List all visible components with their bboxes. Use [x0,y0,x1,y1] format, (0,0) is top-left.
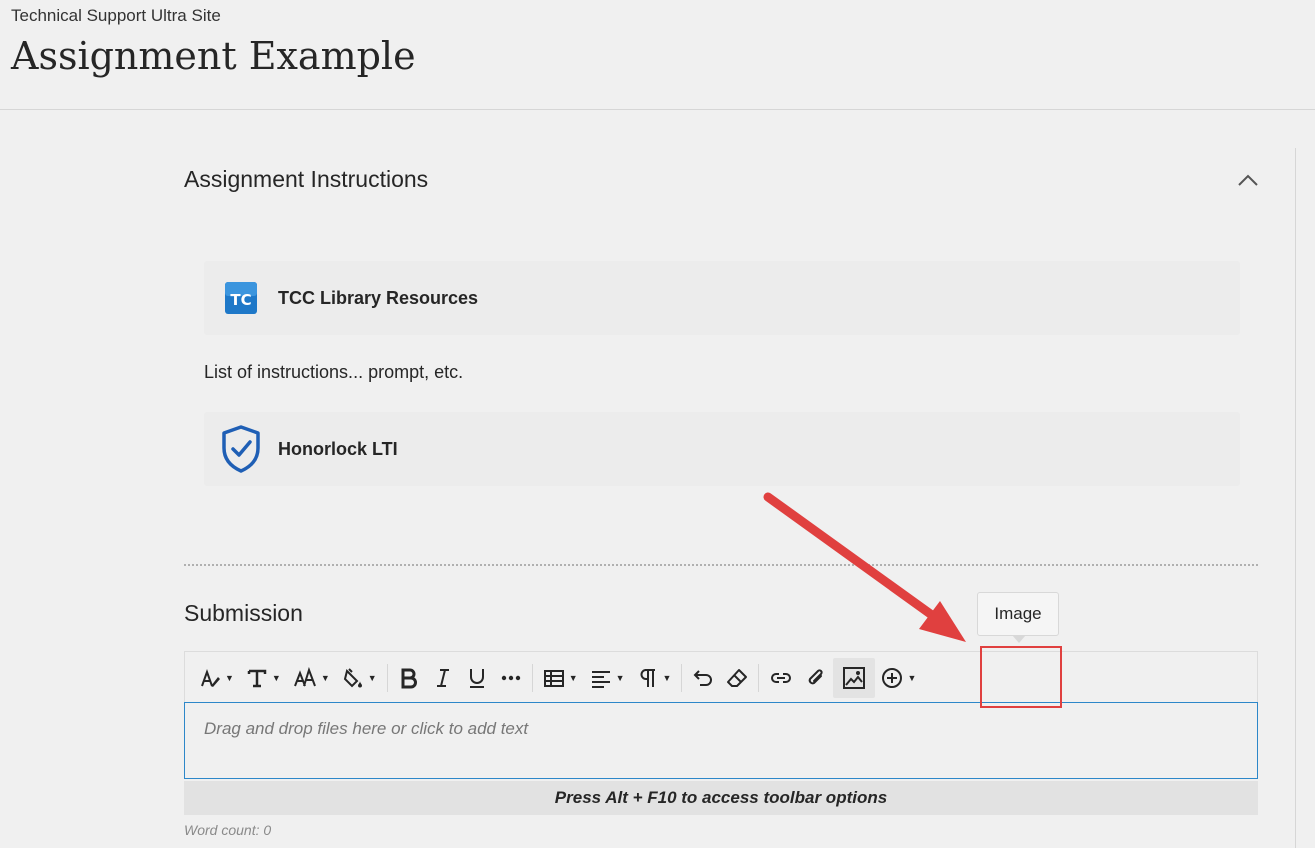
tcc-library-link[interactable]: TC TCC Library Resources [204,261,1240,335]
instructions-heading: Assignment Instructions [184,166,429,192]
font-family-icon [247,669,267,687]
page-title: Assignment Example [11,34,416,78]
attach-file-button[interactable] [799,658,833,698]
insert-image-button[interactable] [833,657,876,698]
chevron-up-icon [1238,174,1258,186]
caret-down-icon: ▼ [568,672,578,683]
toolbar-hint: Press Alt + F10 to access toolbar option… [184,781,1258,815]
formatting-button[interactable]: ▼ [631,658,678,698]
honorlock-label: Honorlock LTI [278,438,398,459]
pilcrow-icon [640,668,655,687]
tcc-library-label: TCC Library Resources [278,287,479,308]
page-header: Technical Support Ultra Site Assignment … [0,0,1315,110]
caret-down-icon: ▼ [662,672,672,683]
link-icon [771,672,792,683]
caret-down-icon: ▼ [271,672,281,683]
undo-icon [694,669,713,686]
toolbar-separator [758,663,760,692]
caret-down-icon: ▼ [615,672,625,683]
bold-button[interactable] [392,658,426,698]
honorlock-link[interactable]: Honorlock LTI [204,412,1240,486]
caret-down-icon: ▼ [367,672,377,683]
paint-bucket-icon [343,667,362,687]
align-left-icon [591,670,610,688]
underline-icon [469,668,484,688]
image-icon [843,666,866,689]
instructions-text: List of instructions... prompt, etc. [204,362,464,382]
toolbar-separator [681,663,683,692]
underline-button[interactable] [460,658,494,698]
pen-style-icon [201,668,220,687]
font-family-button[interactable]: ▼ [240,658,287,698]
undo-button[interactable] [686,658,720,698]
course-name[interactable]: Technical Support Ultra Site [11,6,221,26]
table-icon [543,669,564,687]
clear-formatting-button[interactable] [720,658,754,698]
shield-check-icon [204,412,278,486]
tcc-logo-icon: TC [204,261,278,335]
text-color-button[interactable]: ▼ [336,658,383,698]
editor-toolbar: ▼ ▼ ▼ ▼ ▼ ▼ ▼ ▼ [184,651,1258,703]
image-tooltip: Image [977,592,1059,643]
caret-down-icon: ▼ [320,672,330,683]
toolbar-separator [531,663,533,692]
paragraph-style-button[interactable]: ▼ [193,658,240,698]
italic-button[interactable] [426,658,460,698]
font-size-icon [293,666,316,686]
paperclip-icon [809,668,824,684]
bold-icon [401,668,417,688]
link-button[interactable] [763,658,799,698]
panel-divider [1295,148,1296,848]
add-content-button[interactable]: ▼ [875,658,922,698]
submission-heading: Submission [184,600,303,626]
eraser-icon [727,668,748,687]
table-button[interactable]: ▼ [537,658,584,698]
ellipsis-icon [501,675,520,680]
align-button[interactable]: ▼ [584,658,631,698]
section-divider [184,564,1258,566]
word-count: Word count: 0 [184,822,272,838]
plus-circle-icon [882,667,903,688]
svg-text:TC: TC [230,291,251,309]
submission-editor[interactable]: Drag and drop files here or click to add… [184,702,1258,779]
toolbar-separator [386,663,388,692]
collapse-button[interactable] [1232,166,1264,194]
caret-down-icon: ▼ [907,672,917,683]
caret-down-icon: ▼ [225,672,234,683]
editor-placeholder: Drag and drop files here or click to add… [204,719,529,738]
font-size-button[interactable]: ▼ [287,658,336,698]
more-options-button[interactable] [494,658,528,698]
italic-icon [436,668,449,687]
